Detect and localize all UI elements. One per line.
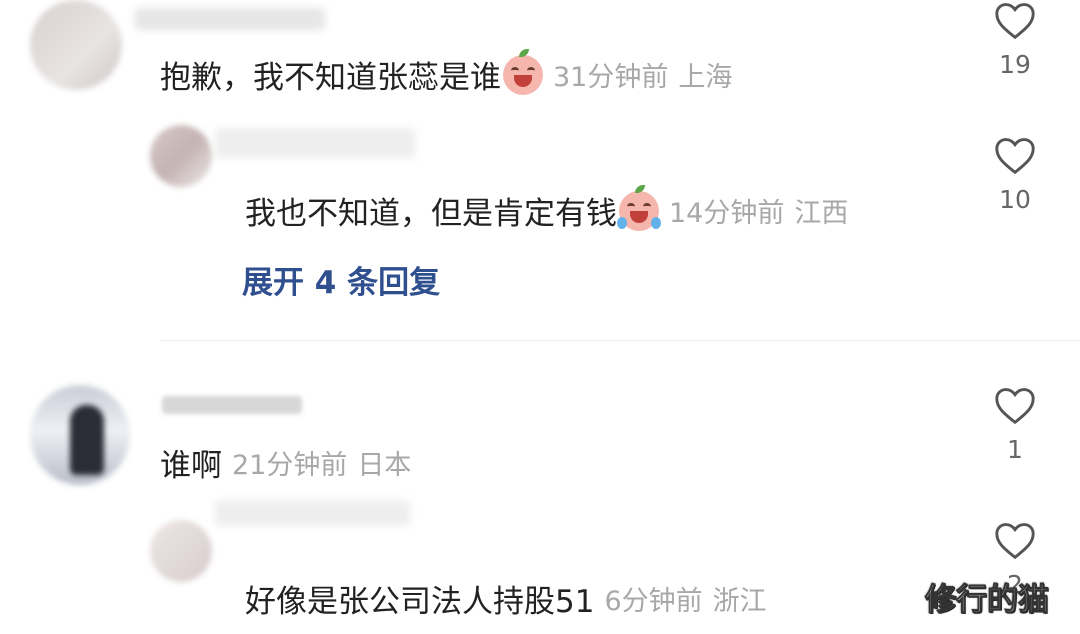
comment-time: 21分钟前: [232, 450, 348, 481]
username-blurred[interactable]: [162, 396, 302, 414]
comment-text: 好像是张公司法人持股51: [245, 584, 595, 620]
comment-row: 抱歉，我不知道张蕊是谁 31分钟前 上海: [160, 48, 733, 97]
heart-outline-icon: [995, 388, 1035, 425]
heart-outline-icon: [995, 523, 1035, 560]
comment-time: 31分钟前: [553, 62, 669, 93]
comment-text: 抱歉，我不知道张蕊是谁: [160, 60, 501, 96]
like-count: 10: [999, 185, 1031, 214]
username-blurred[interactable]: [215, 128, 415, 158]
like-button[interactable]: 1: [985, 385, 1045, 464]
comments-screen: 抱歉，我不知道张蕊是谁 31分钟前 上海 19 我也不知道，但是肯定有钱 14分…: [0, 0, 1080, 634]
comment-location: 上海: [678, 62, 733, 93]
comment-time: 14分钟前: [669, 198, 785, 229]
avatar[interactable]: [30, 0, 122, 90]
like-count: 1: [1007, 435, 1023, 464]
username-blurred[interactable]: [135, 8, 325, 30]
comment-location: 日本: [357, 450, 412, 481]
heart-outline-icon: [995, 3, 1035, 40]
crying-face-emoji-icon: [503, 48, 543, 95]
username-blurred[interactable]: [215, 500, 410, 526]
divider: [160, 340, 1080, 341]
reply-row: 我也不知道，但是肯定有钱 14分钟前 江西: [245, 184, 849, 233]
avatar[interactable]: [30, 385, 130, 485]
like-count: 19: [999, 50, 1031, 79]
avatar[interactable]: [150, 520, 212, 582]
watermark-text: 修行的猫: [925, 582, 1050, 619]
tears-of-joy-emoji-icon: [617, 184, 661, 231]
comment-location: 浙江: [712, 586, 767, 617]
expand-replies-link[interactable]: 展开 4 条回复: [242, 257, 440, 302]
comment-location: 江西: [794, 198, 849, 229]
reply-row: 好像是张公司法人持股51 6分钟前 浙江: [245, 576, 767, 621]
comment-text: 我也不知道，但是肯定有钱: [245, 196, 617, 232]
comment-time: 6分钟前: [604, 586, 703, 617]
comment-row: 谁啊 21分钟前 日本: [160, 440, 411, 485]
avatar[interactable]: [150, 125, 212, 187]
like-button[interactable]: 10: [985, 135, 1045, 214]
like-button[interactable]: 19: [985, 0, 1045, 79]
heart-outline-icon: [995, 138, 1035, 175]
comment-text: 谁啊: [160, 448, 222, 484]
